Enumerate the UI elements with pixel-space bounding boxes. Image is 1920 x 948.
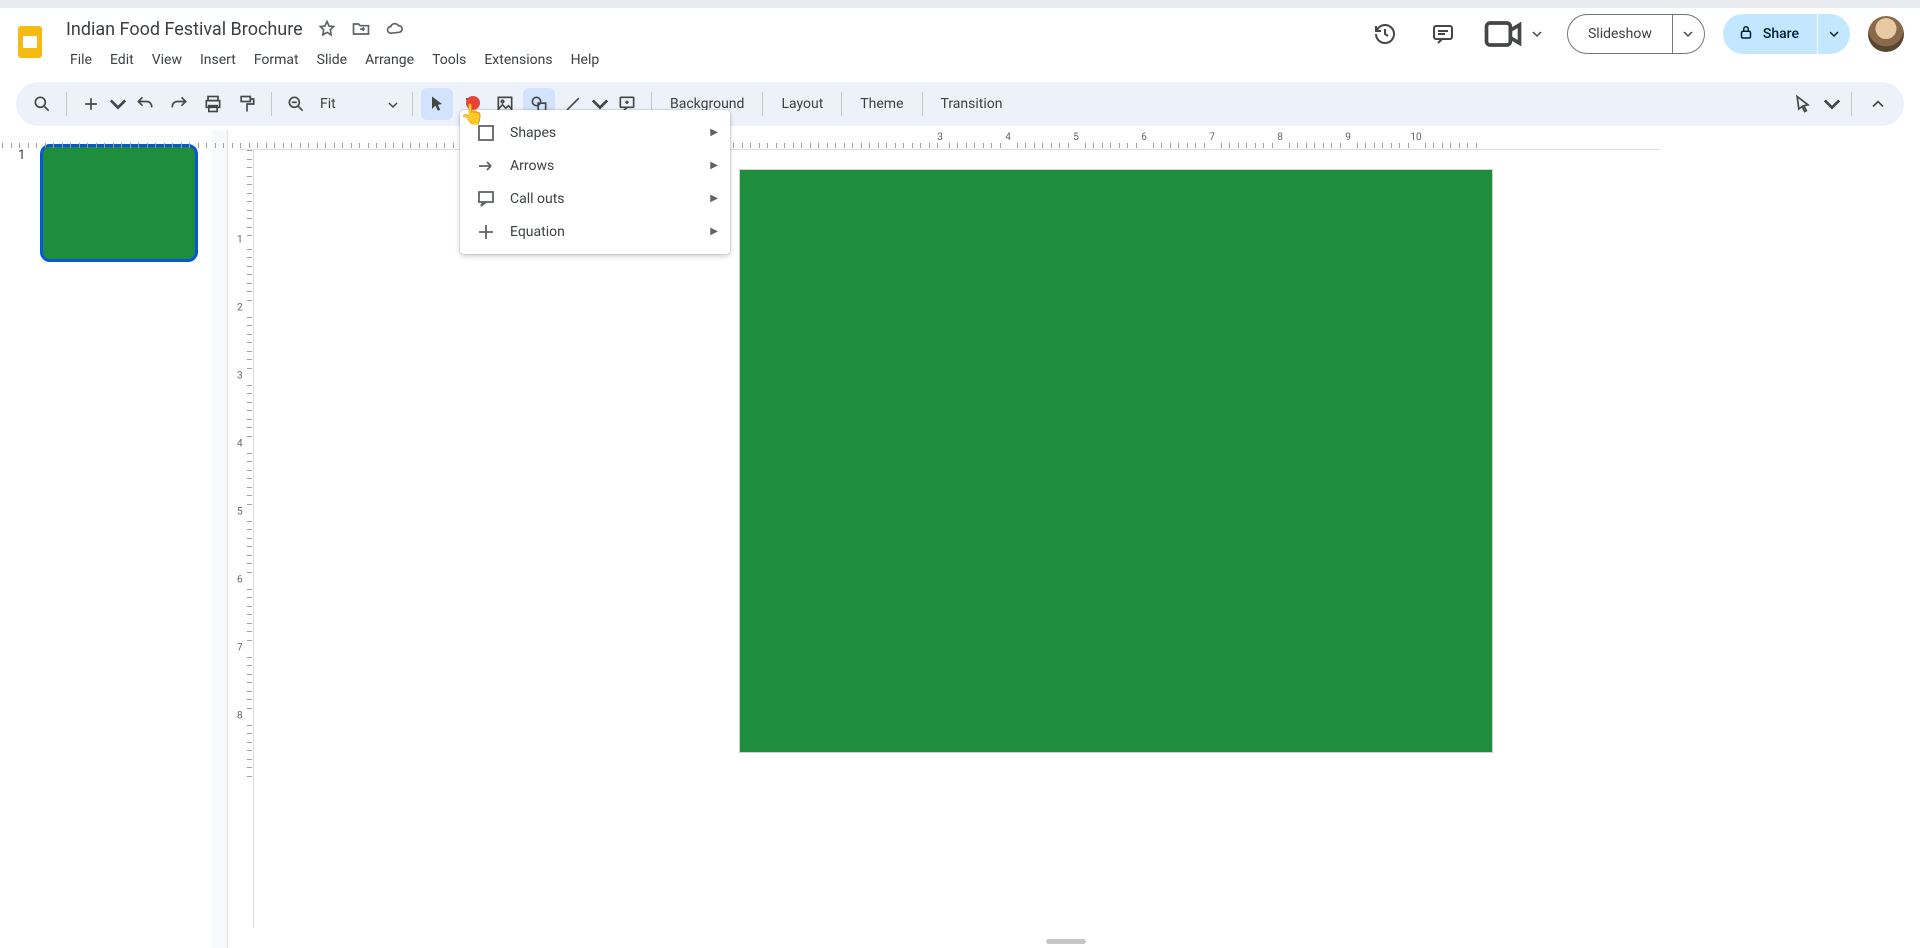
layout-label: Layout [781,96,823,112]
submenu-arrow-icon: ▶ [710,193,718,204]
ruler-tick-label: 4 [1005,132,1011,143]
menu-insert[interactable]: Insert [192,48,244,72]
search-menus-button[interactable] [26,88,58,120]
equation-icon [476,222,496,242]
slide-number: 1 [18,144,32,163]
submenu-arrow-icon: ▶ [710,127,718,138]
shape-menu-label: Call outs [510,191,565,207]
submenu-arrow-icon: ▶ [710,160,718,171]
theme-label: Theme [860,96,903,112]
speaker-notes-drag-handle[interactable] [1046,939,1086,944]
shape-menu-equation[interactable]: Equation ▶ [460,215,730,248]
ruler-tick-label: 5 [237,507,243,518]
menu-help[interactable]: Help [563,48,608,72]
arrow-icon [476,156,496,176]
menu-format[interactable]: Format [246,48,307,72]
theme-button[interactable]: Theme [850,90,913,118]
filmstrip[interactable]: 1 [0,130,212,948]
menu-file[interactable]: File [62,48,100,72]
meet-button[interactable] [1481,14,1549,54]
slide-thumbnail-row[interactable]: 1 [18,144,202,262]
editing-mode-icon[interactable] [1787,88,1819,120]
toolbar: Fit Background Layout Theme Transition [16,82,1904,126]
ruler-tick-label: 6 [1141,132,1147,143]
menu-arrange[interactable]: Arrange [357,48,422,72]
workspace: 1 3 4 5 6 7 8 9 10 1 2 3 4 5 6 7 8 [0,130,1920,948]
account-avatar[interactable] [1868,16,1904,52]
version-history-icon[interactable] [1365,14,1405,54]
menu-tools[interactable]: Tools [424,48,474,72]
slide-thumbnail[interactable] [40,144,198,262]
comments-icon[interactable] [1423,14,1463,54]
menu-view[interactable]: View [144,48,190,72]
undo-button[interactable] [129,88,161,120]
ruler-tick-label: 5 [1073,132,1079,143]
new-slide-button[interactable] [75,88,107,120]
layout-button[interactable]: Layout [771,90,833,118]
vertical-ruler[interactable]: 1 2 3 4 5 6 7 8 [234,150,254,928]
share-button[interactable]: Share [1723,14,1817,54]
ruler-tick-label: 6 [237,575,243,586]
cloud-status-icon[interactable] [385,19,405,39]
menu-extensions[interactable]: Extensions [476,48,560,72]
transition-label: Transition [941,96,1003,112]
ruler-tick-label: 3 [937,132,943,143]
ruler-tick-label: 9 [1345,132,1351,143]
transition-button[interactable]: Transition [931,90,1013,118]
filmstrip-scrollbar[interactable] [212,130,228,948]
chevron-down-icon [388,95,398,114]
paint-format-button[interactable] [231,88,263,120]
callout-icon [476,189,496,209]
ruler-tick-label: 8 [1277,132,1283,143]
select-tool-button[interactable] [421,88,453,120]
share-dropdown-icon[interactable] [1818,14,1850,54]
shape-menu-label: Arrows [510,158,554,174]
hide-menus-button[interactable] [1862,88,1894,120]
ruler-tick-label: 7 [237,643,243,654]
ruler-tick-label: 3 [237,371,243,382]
ruler-tick-label: 2 [237,303,243,314]
menu-bar: File Edit View Insert Format Slide Arran… [62,46,607,74]
shape-menu-callouts[interactable]: Call outs ▶ [460,182,730,215]
shape-menu-label: Shapes [510,125,556,141]
editing-mode-dropdown-icon[interactable] [1823,88,1841,120]
browser-chrome-bar [0,0,1920,8]
slideshow-button[interactable]: Slideshow [1567,14,1673,54]
docs-header: Indian Food Festival Brochure File Edit … [0,8,1920,74]
move-folder-icon[interactable] [351,19,371,39]
horizontal-ruler[interactable]: 3 4 5 6 7 8 9 10 [240,130,1660,150]
lock-icon [1737,23,1755,45]
shape-menu-label: Equation [510,224,565,240]
slide-canvas[interactable] [740,170,1492,752]
ruler-tick-label: 7 [1209,132,1215,143]
redo-button[interactable] [163,88,195,120]
share-label: Share [1763,26,1799,42]
submenu-arrow-icon: ▶ [710,226,718,237]
zoom-label: Fit [320,96,336,112]
ruler-tick-label: 4 [237,439,243,450]
square-icon [476,123,496,143]
zoom-tool-button[interactable] [280,88,312,120]
document-title[interactable]: Indian Food Festival Brochure [62,17,307,42]
slideshow-dropdown-icon[interactable] [1673,14,1705,54]
star-icon[interactable] [317,19,337,39]
slides-logo-icon[interactable] [8,20,52,64]
ruler-tick-label: 1 [237,235,243,246]
ruler-tick-label: 8 [237,711,243,722]
shape-menu-arrows[interactable]: Arrows ▶ [460,149,730,182]
print-button[interactable] [197,88,229,120]
new-slide-dropdown-icon[interactable] [109,88,127,120]
shape-dropdown-menu: Shapes ▶ Arrows ▶ Call outs ▶ Equation ▶ [460,110,730,254]
zoom-select[interactable]: Fit [314,95,404,114]
meet-dropdown-icon[interactable] [1525,14,1549,54]
menu-edit[interactable]: Edit [102,48,142,72]
slideshow-label: Slideshow [1588,26,1652,42]
ruler-tick-label: 10 [1410,132,1421,143]
shape-menu-shapes[interactable]: Shapes ▶ [460,116,730,149]
menu-slide[interactable]: Slide [309,48,355,72]
